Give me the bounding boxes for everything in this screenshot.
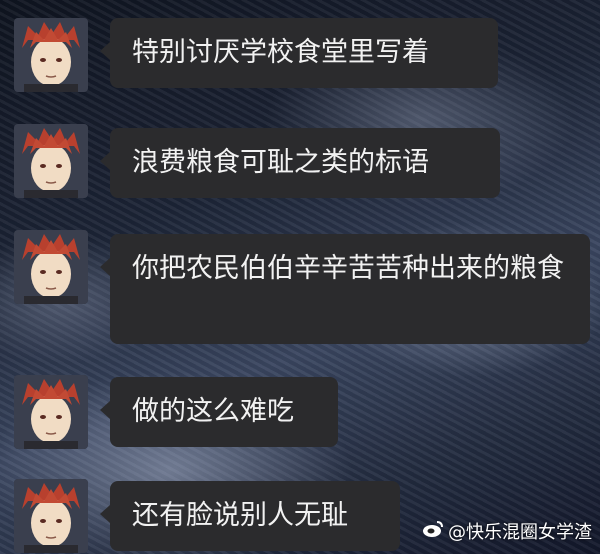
chat-message: 做的这么难吃 (0, 373, 600, 453)
avatar[interactable] (14, 124, 88, 198)
message-bubble: 你把农民伯伯辛辛苦苦种出来的粮食 (100, 234, 590, 344)
chat-message: 浪费粮食可耻之类的标语 (0, 122, 600, 202)
avatar[interactable] (14, 230, 88, 304)
avatar[interactable] (14, 375, 88, 449)
weibo-icon (422, 520, 444, 543)
message-bubble: 浪费粮食可耻之类的标语 (100, 128, 500, 198)
chat-message: 你把农民伯伯辛辛苦苦种出来的粮食 (0, 228, 600, 348)
message-bubble: 特别讨厌学校食堂里写着 (100, 18, 498, 88)
avatar[interactable] (14, 18, 88, 92)
message-text: 做的这么难吃 (132, 396, 294, 427)
watermark: @快乐混圈女学渣 (422, 518, 592, 544)
watermark-handle: @快乐混圈女学渣 (448, 522, 592, 543)
message-bubble: 做的这么难吃 (100, 377, 338, 447)
chat-message: 特别讨厌学校食堂里写着 (0, 16, 600, 96)
message-text: 你把农民伯伯辛辛苦苦种出来的粮食 (132, 253, 564, 284)
message-bubble: 还有脸说别人无耻 (100, 481, 400, 551)
avatar[interactable] (14, 479, 88, 553)
message-text: 还有脸说别人无耻 (132, 500, 348, 531)
message-text: 浪费粮食可耻之类的标语 (132, 147, 429, 178)
message-text: 特别讨厌学校食堂里写着 (132, 37, 429, 68)
